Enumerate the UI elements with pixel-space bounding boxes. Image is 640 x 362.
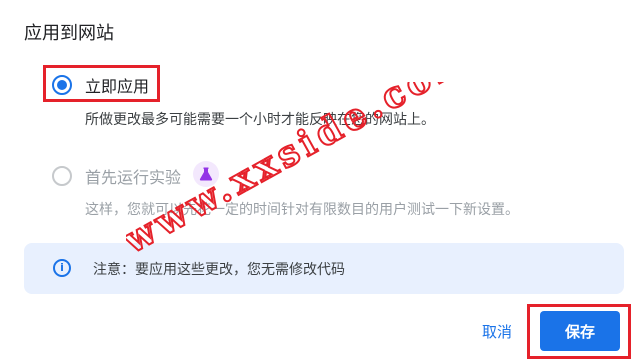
save-button[interactable]: 保存 — [540, 311, 620, 351]
dialog-title: 应用到网站 — [24, 23, 114, 44]
info-icon: i — [53, 259, 71, 277]
option-apply-now-description: 所做更改最多可能需要一个小时才能反映在您的网站上。 — [85, 112, 435, 128]
beaker-icon — [193, 161, 219, 187]
radio-run-experiment[interactable] — [52, 166, 72, 186]
notice-text: 注意：要应用这些更改，您无需修改代码 — [93, 262, 345, 278]
option-run-experiment-description: 这样，您就可以先花一定的时间针对有限数目的用户测试一下新设置。 — [85, 202, 519, 218]
cancel-button[interactable]: 取消 — [472, 316, 522, 346]
option-apply-now-label[interactable]: 立即应用 — [85, 73, 149, 97]
radio-apply-now[interactable] — [52, 75, 72, 95]
notice-banner: i 注意：要应用这些更改，您无需修改代码 — [24, 243, 624, 294]
radio-selected-dot — [57, 80, 67, 90]
option-run-experiment-label[interactable]: 首先运行实验 — [85, 164, 181, 188]
